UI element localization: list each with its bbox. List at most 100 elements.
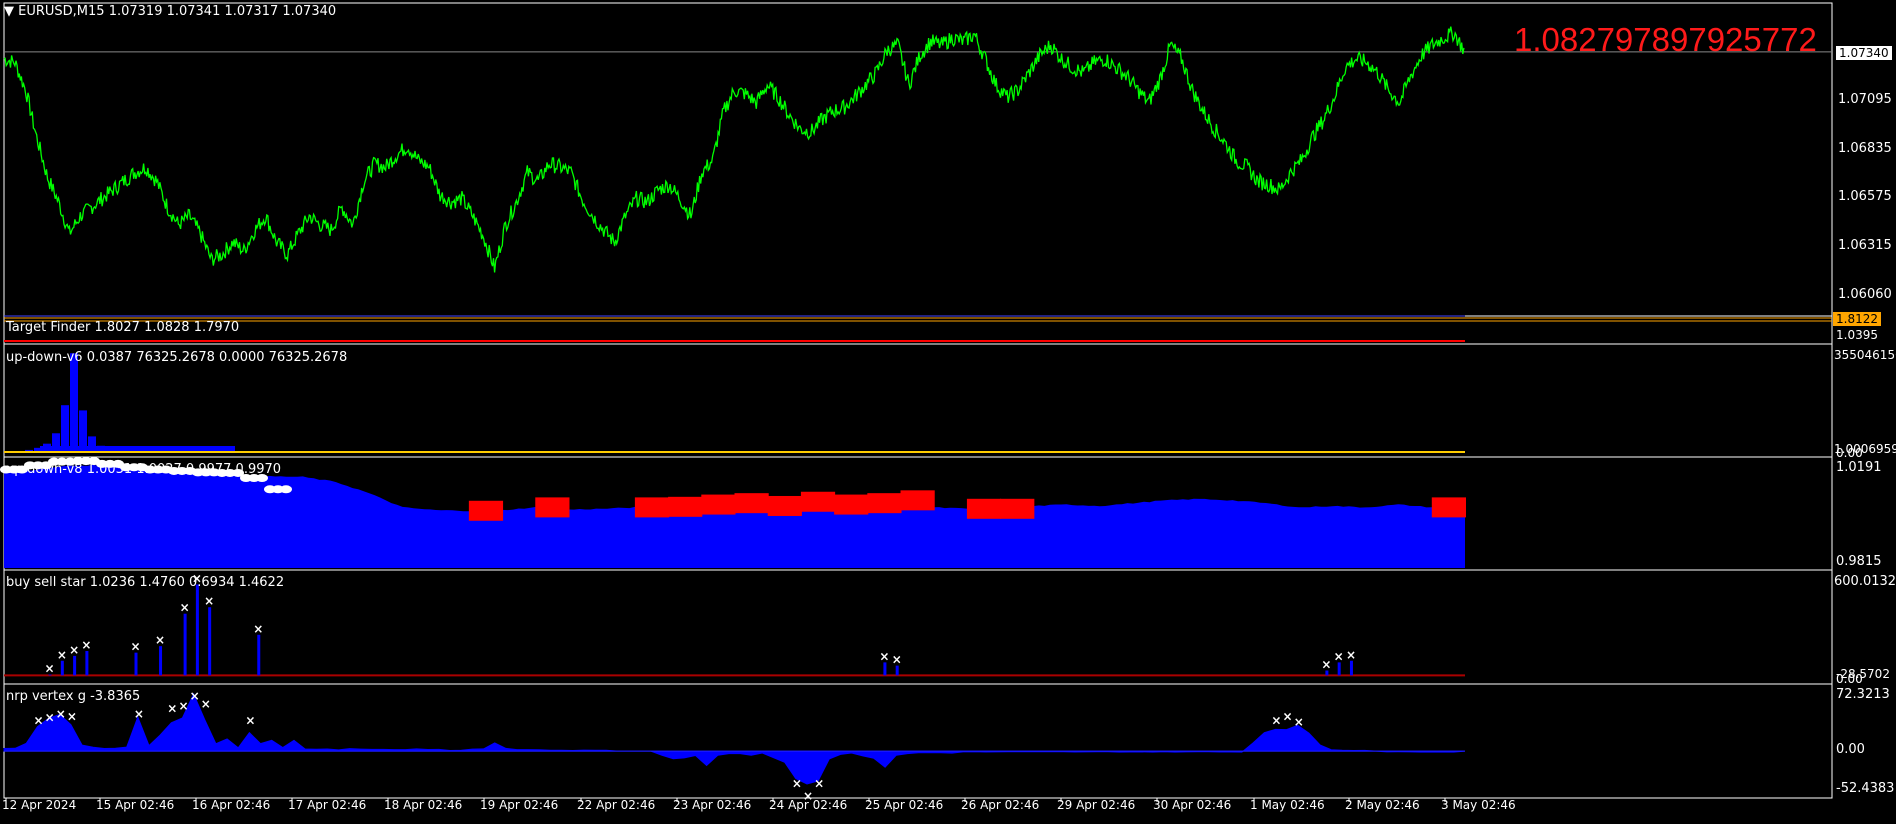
nrp-vertex-x-marker: × (1283, 710, 1293, 724)
up-down-v8-area (4, 464, 1465, 568)
nrp-vertex-tick-top: 72.3213 (1836, 687, 1890, 702)
up-down-v6-tick-bottom: 1.0006959 (1834, 442, 1896, 456)
price-tick-1: 1.07095 (1838, 92, 1892, 107)
up-down-v6-bar (79, 410, 87, 452)
buy-sell-star-tick-top: 600.0132 (1834, 574, 1896, 589)
current-price-tag: 1.07340 (1836, 46, 1892, 60)
up-down-v8-red-band (900, 490, 935, 511)
buy-sell-star-x-marker: × (1334, 649, 1344, 663)
buy-sell-star-bar (1349, 660, 1353, 676)
buy-sell-star-bar (73, 655, 77, 676)
up-down-v8-red-band (966, 498, 1002, 519)
up-down-v8-title: up-down-v8 1.0031 1.0027 0.9977 0.9970 (6, 462, 282, 477)
price-tick-2: 1.06835 (1838, 141, 1892, 156)
up-down-v6-bar (70, 353, 78, 452)
buy-sell-star-x-marker: × (81, 638, 91, 652)
price-line (3, 26, 1465, 273)
price-tick-4: 1.06315 (1838, 238, 1892, 253)
time-axis-label: 1 May 02:46 (1250, 798, 1325, 812)
up-down-v6-bar (61, 405, 69, 452)
up-down-v6-tick-top: 355046150 (1834, 348, 1896, 362)
buy-sell-star-x-marker: × (57, 648, 67, 662)
up-down-v8-red-band (1000, 498, 1035, 519)
buy-sell-star-bar (1337, 662, 1341, 676)
nrp-vertex-x-marker: × (792, 777, 802, 791)
nrp-vertex-x-marker: × (45, 710, 55, 724)
time-axis-label: 12 Apr 2024 (2, 798, 77, 812)
nrp-vertex-title: nrp vertex g -3.8365 (6, 689, 141, 704)
up-down-v8-red-band (767, 495, 802, 516)
buy-sell-star-bar (195, 584, 199, 676)
buy-sell-star-bar (257, 634, 261, 676)
nrp-vertex-x-marker: × (245, 714, 255, 728)
buy-sell-star-x-marker: × (1346, 648, 1356, 662)
target-finder-tick: 1.0395 (1836, 328, 1878, 342)
up-down-v8-red-band (468, 500, 504, 521)
up-down-v8-white-marker (280, 485, 292, 494)
up-down-v8-tick-bottom: 0.9815 (1836, 554, 1882, 569)
time-axis-label: 30 Apr 02:46 (1153, 798, 1232, 812)
nrp-vertex-x-marker: × (1271, 714, 1281, 728)
buy-sell-star-x-marker: × (180, 601, 190, 615)
time-axis-label: 25 Apr 02:46 (865, 798, 944, 812)
up-down-v6-title: up-down-v6 0.0387 76325.2678 0.0000 7632… (6, 350, 348, 365)
nrp-vertex-x-marker: × (56, 707, 66, 721)
price-tick-3: 1.06575 (1838, 189, 1892, 204)
buy-sell-star-x-marker: × (204, 594, 214, 608)
buy-sell-star-x-marker: × (45, 662, 55, 676)
buy-sell-star-title: buy sell star 1.0236 1.4760 0.6934 1.462… (6, 575, 285, 590)
time-axis-label: 19 Apr 02:46 (480, 798, 559, 812)
time-axis-label: 23 Apr 02:46 (673, 798, 752, 812)
nrp-vertex-x-marker: × (67, 710, 77, 724)
time-axis-label: 15 Apr 02:46 (96, 798, 175, 812)
up-down-v8-red-band (734, 493, 769, 514)
price-tick-5: 1.06060 (1838, 287, 1892, 302)
buy-sell-star-bar (208, 607, 212, 676)
nrp-vertex-x-marker: × (33, 714, 43, 728)
buy-sell-star-x-marker: × (892, 653, 902, 667)
up-down-v8-red-band (1431, 497, 1466, 518)
nrp-vertex-x-marker: × (814, 777, 824, 791)
up-down-v8-red-band (800, 491, 836, 512)
main-pane-title: EURUSD,M15 1.07319 1.07341 1.07317 1.073… (18, 4, 337, 19)
buy-sell-star-tick-zero: 0.00 (1836, 672, 1863, 686)
nrp-vertex-area (3, 692, 1466, 785)
up-down-v8-red-band (834, 494, 869, 515)
pane-frame-5 (3, 683, 1833, 799)
buy-sell-star-bar (183, 613, 187, 676)
main-pane-header: ▼ EURUSD,M15 1.07319 1.07341 1.07317 1.0… (4, 4, 336, 19)
time-axis-label: 22 Apr 02:46 (577, 798, 656, 812)
buy-sell-star-x-marker: × (1321, 657, 1331, 671)
time-axis-label: 2 May 02:46 (1345, 798, 1420, 812)
pane-menu-icon[interactable]: ▼ (4, 4, 14, 19)
target-finder-title: Target Finder 1.8027 1.0828 1.7970 (6, 320, 240, 335)
overlay-value: 1.082797897925772 (1514, 21, 1817, 58)
buy-sell-star-bar (85, 651, 89, 676)
time-axis-label: 16 Apr 02:46 (192, 798, 271, 812)
buy-sell-star-bar (134, 652, 138, 676)
target-finder-tag: 1.8122 (1833, 312, 1881, 326)
up-down-v8-tick-top: 1.0191 (1836, 460, 1882, 475)
buy-sell-star-x-marker: × (253, 622, 263, 636)
up-down-v8-red-band (701, 494, 736, 515)
buy-sell-star-bar (159, 646, 163, 676)
buy-sell-star-x-marker: × (130, 640, 140, 654)
time-axis-label: 17 Apr 02:46 (288, 798, 367, 812)
buy-sell-star-bar (895, 665, 899, 676)
pane-frame-1 (3, 315, 1833, 345)
up-down-v8-red-band (867, 493, 902, 514)
nrp-vertex-x-marker: × (1294, 715, 1304, 729)
time-axis-label: 18 Apr 02:46 (384, 798, 463, 812)
chart-svg[interactable]: ×× × × × ×××××× × ×× ×× × × × × × ×××××××× × × (0, 0, 1896, 820)
time-axis-label: 3 May 02:46 (1441, 798, 1516, 812)
time-axis-label: 26 Apr 02:46 (961, 798, 1040, 812)
up-down-v8-red-band (668, 496, 703, 517)
buy-sell-star-x-marker: × (69, 643, 79, 657)
nrp-vertex-x-marker: × (134, 707, 144, 721)
buy-sell-star-bar (60, 660, 64, 676)
up-down-v8-red-band (634, 497, 670, 518)
time-axis-label: 29 Apr 02:46 (1057, 798, 1136, 812)
nrp-vertex-tick-zero: 0.00 (1836, 742, 1865, 757)
buy-sell-star-x-marker: × (879, 649, 889, 663)
nrp-vertex-x-marker: × (201, 697, 211, 711)
